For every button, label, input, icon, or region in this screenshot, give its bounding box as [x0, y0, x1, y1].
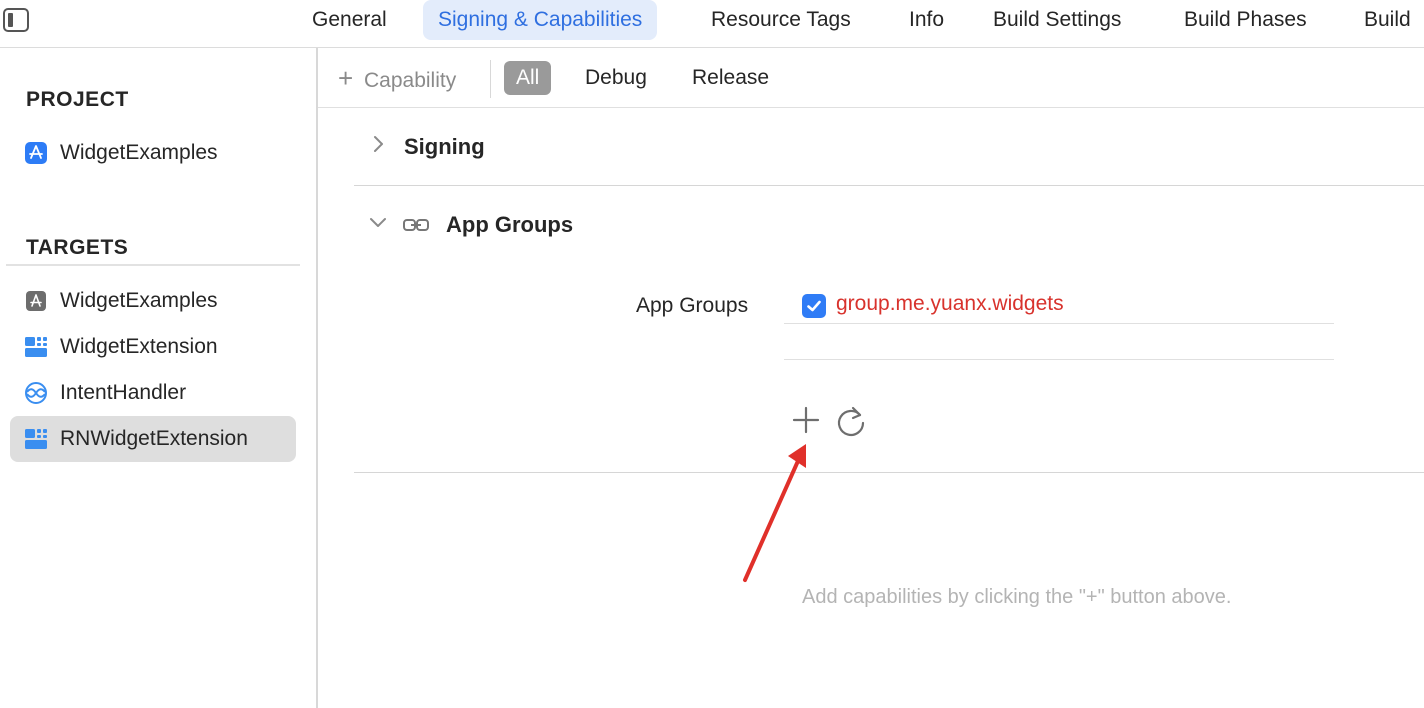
app-group-row[interactable]: group.me.yuanx.widgets: [784, 288, 1334, 324]
intent-handler-icon: [25, 382, 47, 404]
chevron-down-icon[interactable]: [368, 212, 388, 232]
toolbar-divider: [490, 60, 491, 98]
checkmark-icon: [807, 300, 821, 312]
targets-section-header: TARGETS: [26, 236, 129, 259]
app-store-icon: [25, 142, 47, 164]
sidebar-item-target-widgetextension[interactable]: WidgetExtension: [10, 324, 296, 370]
sidebar-item-label: WidgetExamples: [60, 141, 218, 164]
tab-build-phases[interactable]: Build Phases: [1184, 0, 1307, 40]
tab-resource-tags[interactable]: Resource Tags: [711, 0, 851, 40]
app-group-empty-row[interactable]: [784, 324, 1334, 360]
widget-extension-icon: [25, 337, 47, 357]
sidebar-divider: [6, 264, 300, 266]
refresh-icon[interactable]: [834, 404, 868, 438]
sidebar-item-label: RNWidgetExtension: [60, 427, 248, 450]
sidebar-toggle-icon[interactable]: [3, 8, 29, 32]
tab-bar: General Signing & Capabilities Resource …: [0, 0, 1424, 48]
tab-general[interactable]: General: [312, 0, 387, 40]
sidebar-item-target-rnwidgetextension[interactable]: RNWidgetExtension: [10, 416, 296, 462]
add-capability-label: Capability: [364, 69, 457, 92]
sidebar-item-label: WidgetExamples: [60, 289, 218, 312]
signing-title: Signing: [404, 134, 485, 159]
chevron-right-icon[interactable]: [368, 134, 388, 154]
sidebar-item-target-widgetexamples[interactable]: WidgetExamples: [10, 278, 296, 324]
sidebar: PROJECT WidgetExamples TARGETS WidgetExa…: [0, 48, 316, 708]
section-divider: [354, 472, 1424, 473]
project-section-header: PROJECT: [26, 88, 129, 111]
tab-build-rules[interactable]: Build: [1364, 0, 1411, 40]
sidebar-item-project-widgetexamples[interactable]: WidgetExamples: [10, 130, 296, 176]
sidebar-item-label: IntentHandler: [60, 381, 187, 404]
app-group-checkbox[interactable]: [802, 294, 826, 318]
sidebar-item-label: WidgetExtension: [60, 335, 218, 358]
filter-release[interactable]: Release: [680, 61, 781, 95]
capabilities-toolbar: + Capability All Debug Release: [318, 48, 1424, 108]
app-group-id: group.me.yuanx.widgets: [836, 292, 1064, 315]
sidebar-item-target-intenthandler[interactable]: IntentHandler: [10, 370, 296, 416]
app-groups-field-label: App Groups: [636, 294, 749, 317]
tab-signing-capabilities[interactable]: Signing & Capabilities: [423, 0, 658, 40]
app-groups-title: App Groups: [446, 212, 574, 237]
tab-info[interactable]: Info: [909, 0, 944, 40]
filter-all[interactable]: All: [504, 61, 552, 95]
tab-build-settings[interactable]: Build Settings: [993, 0, 1121, 40]
filter-debug[interactable]: Debug: [573, 61, 659, 95]
widget-extension-icon: [25, 429, 47, 449]
signing-section-header[interactable]: Signing: [354, 108, 1424, 186]
capabilities-editor: + Capability All Debug Release Signing Ap…: [318, 48, 1424, 708]
link-icon: [403, 219, 429, 231]
add-capability-button[interactable]: + Capability: [338, 62, 456, 94]
app-icon: [26, 291, 46, 311]
app-groups-section-header[interactable]: App Groups: [354, 186, 1424, 264]
plus-icon: +: [338, 63, 354, 93]
empty-state-hint: Add capabilities by clicking the "+" but…: [802, 586, 1232, 608]
annotation-arrow-icon: [743, 444, 806, 582]
